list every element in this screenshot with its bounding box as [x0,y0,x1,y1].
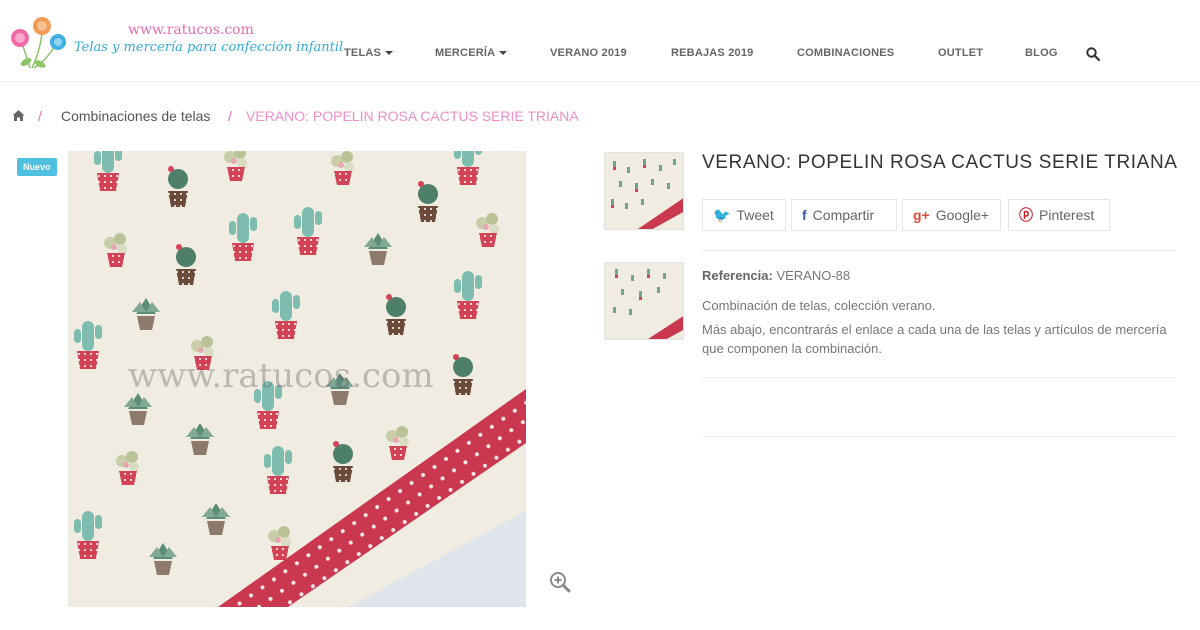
nav-item-label: TELAS [344,47,382,59]
product-main-image[interactable]: www.ratucos.com [68,151,526,607]
product-description-line-1: Combinación de telas, colección verano. [702,298,936,313]
logo-tagline: Telas y mercería para confección infanti… [74,40,344,55]
google-plus-label: Google+ [935,207,990,223]
nav-item-merceria[interactable]: MERCERÍA [435,47,508,59]
reference-value: VERANO-88 [776,268,851,283]
divider [702,436,1176,437]
flowers-logo-icon [11,17,66,69]
product-thumbnail-2[interactable] [604,262,684,340]
breadcrumb-separator: / [228,108,232,124]
home-icon[interactable] [12,109,25,122]
product-title: VERANO: POPELIN ROSA CACTUS SERIE TRIANA [702,152,1178,173]
nav-item-telas[interactable]: TELAS [344,47,394,59]
search-icon[interactable] [1086,47,1100,61]
breadcrumb-current: VERANO: POPELIN ROSA CACTUS SERIE TRIANA [246,108,579,124]
product-thumbnail-1[interactable] [604,152,684,230]
site-logo[interactable]: www.ratucos.com Telas y mercería para co… [8,14,343,70]
product-reference: Referencia: VERANO-88 [702,268,850,283]
cactus-fabric-image: www.ratucos.com [68,151,526,607]
tweet-label: Tweet [736,207,774,223]
nav-item-label: OUTLET [938,47,984,59]
thumbnail-fabric-image [605,153,683,229]
watermark-text: www.ratucos.com [128,356,434,396]
google-plus-button[interactable]: g+ Google+ [902,199,1001,231]
nav-item-label: REBAJAS 2019 [671,47,754,59]
logo-url-text: www.ratucos.com [128,22,254,38]
caret-down-icon [499,51,508,56]
google-plus-icon: g+ [913,207,930,223]
nav-item-combinaciones[interactable]: COMBINACIONES [797,47,894,59]
product-description-line-2: Más abajo, encontrarás el enlace a cada … [702,322,1167,356]
divider [702,250,1176,251]
thumbnail-fabric-image [605,263,683,339]
tweet-button[interactable]: 🐦 Tweet [702,199,786,231]
pinterest-label: Pinterest [1039,207,1095,223]
nav-item-label: VERANO 2019 [550,47,627,59]
breadcrumb-separator: / [38,108,42,124]
twitter-icon: 🐦 [713,207,731,223]
nav-item-label: COMBINACIONES [797,47,895,59]
nav-item-outlet[interactable]: OUTLET [938,47,983,59]
nav-item-blog[interactable]: BLOG [1025,47,1058,59]
nav-item-label: MERCERÍA [435,47,496,59]
breadcrumb-link-combinaciones[interactable]: Combinaciones de telas [61,108,210,124]
site-header: www.ratucos.com Telas y mercería para co… [0,0,1200,82]
nav-item-verano-2019[interactable]: VERANO 2019 [550,47,627,59]
pinterest-icon: ⓟ [1019,207,1033,223]
compartir-button[interactable]: f Compartir [791,199,897,231]
nav-item-label: BLOG [1025,47,1058,59]
caret-down-icon [385,51,394,56]
reference-label: Referencia: [702,268,773,283]
pinterest-button[interactable]: ⓟ Pinterest [1008,199,1110,231]
zoom-in-icon[interactable] [549,571,571,593]
divider [702,377,1176,378]
new-badge: Nuevo [17,158,57,176]
facebook-icon: f [802,207,807,223]
nav-item-rebajas-2019[interactable]: REBAJAS 2019 [671,47,754,59]
compartir-label: Compartir [812,207,875,223]
